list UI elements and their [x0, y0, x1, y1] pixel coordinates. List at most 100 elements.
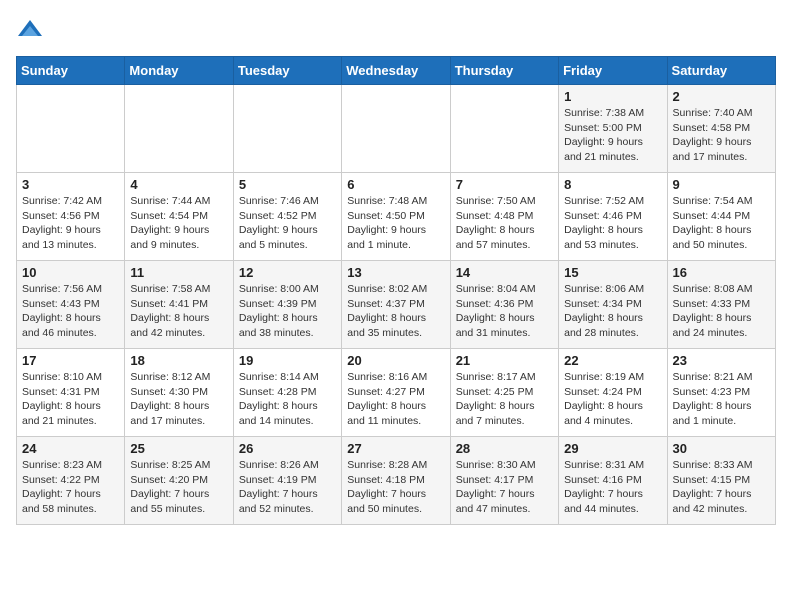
- day-info: Sunrise: 8:08 AM Sunset: 4:33 PM Dayligh…: [673, 282, 770, 341]
- calendar-week-1: 1 Sunrise: 7:38 AM Sunset: 5:00 PM Daylig…: [17, 85, 776, 173]
- day-number: 24: [22, 441, 119, 456]
- day-info: Sunrise: 8:00 AM Sunset: 4:39 PM Dayligh…: [239, 282, 336, 341]
- day-number: 26: [239, 441, 336, 456]
- day-number: 27: [347, 441, 444, 456]
- day-number: 13: [347, 265, 444, 280]
- day-number: 23: [673, 353, 770, 368]
- day-number: 9: [673, 177, 770, 192]
- day-info: Sunrise: 8:21 AM Sunset: 4:23 PM Dayligh…: [673, 370, 770, 429]
- day-number: 1: [564, 89, 661, 104]
- calendar-cell: 19 Sunrise: 8:14 AM Sunset: 4:28 PM Dayli…: [233, 349, 341, 437]
- day-number: 16: [673, 265, 770, 280]
- calendar-cell: 23 Sunrise: 8:21 AM Sunset: 4:23 PM Dayli…: [667, 349, 775, 437]
- day-info: Sunrise: 8:16 AM Sunset: 4:27 PM Dayligh…: [347, 370, 444, 429]
- day-info: Sunrise: 8:14 AM Sunset: 4:28 PM Dayligh…: [239, 370, 336, 429]
- day-info: Sunrise: 7:50 AM Sunset: 4:48 PM Dayligh…: [456, 194, 553, 253]
- day-number: 14: [456, 265, 553, 280]
- calendar-cell: 6 Sunrise: 7:48 AM Sunset: 4:50 PM Daylig…: [342, 173, 450, 261]
- day-info: Sunrise: 8:12 AM Sunset: 4:30 PM Dayligh…: [130, 370, 227, 429]
- day-info: Sunrise: 8:30 AM Sunset: 4:17 PM Dayligh…: [456, 458, 553, 517]
- day-number: 7: [456, 177, 553, 192]
- calendar-cell: [125, 85, 233, 173]
- day-number: 2: [673, 89, 770, 104]
- calendar-cell: 9 Sunrise: 7:54 AM Sunset: 4:44 PM Daylig…: [667, 173, 775, 261]
- calendar-table: SundayMondayTuesdayWednesdayThursdayFrid…: [16, 56, 776, 525]
- calendar-cell: [342, 85, 450, 173]
- day-number: 11: [130, 265, 227, 280]
- calendar-cell: 26 Sunrise: 8:26 AM Sunset: 4:19 PM Dayli…: [233, 437, 341, 525]
- day-number: 30: [673, 441, 770, 456]
- day-info: Sunrise: 7:48 AM Sunset: 4:50 PM Dayligh…: [347, 194, 444, 253]
- calendar-week-4: 17Sunrise: 8:10 AM Sunset: 4:31 PM Dayli…: [17, 349, 776, 437]
- day-number: 25: [130, 441, 227, 456]
- day-info: Sunrise: 8:06 AM Sunset: 4:34 PM Dayligh…: [564, 282, 661, 341]
- calendar-cell: [17, 85, 125, 173]
- calendar-week-3: 10Sunrise: 7:56 AM Sunset: 4:43 PM Dayli…: [17, 261, 776, 349]
- day-info: Sunrise: 8:28 AM Sunset: 4:18 PM Dayligh…: [347, 458, 444, 517]
- day-info: Sunrise: 8:31 AM Sunset: 4:16 PM Dayligh…: [564, 458, 661, 517]
- day-number: 6: [347, 177, 444, 192]
- day-info: Sunrise: 8:26 AM Sunset: 4:19 PM Dayligh…: [239, 458, 336, 517]
- day-info: Sunrise: 7:54 AM Sunset: 4:44 PM Dayligh…: [673, 194, 770, 253]
- calendar-cell: [233, 85, 341, 173]
- calendar-cell: 25 Sunrise: 8:25 AM Sunset: 4:20 PM Dayli…: [125, 437, 233, 525]
- calendar-cell: 5 Sunrise: 7:46 AM Sunset: 4:52 PM Daylig…: [233, 173, 341, 261]
- day-info: Sunrise: 7:58 AM Sunset: 4:41 PM Dayligh…: [130, 282, 227, 341]
- calendar-cell: 28Sunrise: 8:30 AM Sunset: 4:17 PM Dayli…: [450, 437, 558, 525]
- logo-icon: [16, 16, 44, 44]
- calendar-cell: 10Sunrise: 7:56 AM Sunset: 4:43 PM Dayli…: [17, 261, 125, 349]
- calendar-cell: 14 Sunrise: 8:04 AM Sunset: 4:36 PM Dayli…: [450, 261, 558, 349]
- calendar-cell: 20 Sunrise: 8:16 AM Sunset: 4:27 PM Dayli…: [342, 349, 450, 437]
- day-info: Sunrise: 8:33 AM Sunset: 4:15 PM Dayligh…: [673, 458, 770, 517]
- day-number: 5: [239, 177, 336, 192]
- calendar-week-2: 3 Sunrise: 7:42 AM Sunset: 4:56 PM Daylig…: [17, 173, 776, 261]
- day-info: Sunrise: 8:04 AM Sunset: 4:36 PM Dayligh…: [456, 282, 553, 341]
- calendar-cell: 16 Sunrise: 8:08 AM Sunset: 4:33 PM Dayli…: [667, 261, 775, 349]
- calendar-cell: 8 Sunrise: 7:52 AM Sunset: 4:46 PM Daylig…: [559, 173, 667, 261]
- day-info: Sunrise: 7:40 AM Sunset: 4:58 PM Dayligh…: [673, 106, 770, 165]
- day-number: 4: [130, 177, 227, 192]
- day-number: 3: [22, 177, 119, 192]
- calendar-cell: 2 Sunrise: 7:40 AM Sunset: 4:58 PM Daylig…: [667, 85, 775, 173]
- calendar-week-5: 24 Sunrise: 8:23 AM Sunset: 4:22 PM Dayli…: [17, 437, 776, 525]
- day-info: Sunrise: 8:23 AM Sunset: 4:22 PM Dayligh…: [22, 458, 119, 517]
- weekday-thursday: Thursday: [450, 57, 558, 85]
- day-info: Sunrise: 7:38 AM Sunset: 5:00 PM Dayligh…: [564, 106, 661, 165]
- calendar-header: SundayMondayTuesdayWednesdayThursdayFrid…: [17, 57, 776, 85]
- weekday-wednesday: Wednesday: [342, 57, 450, 85]
- day-info: Sunrise: 8:17 AM Sunset: 4:25 PM Dayligh…: [456, 370, 553, 429]
- calendar-cell: 22Sunrise: 8:19 AM Sunset: 4:24 PM Dayli…: [559, 349, 667, 437]
- weekday-friday: Friday: [559, 57, 667, 85]
- calendar-cell: 17Sunrise: 8:10 AM Sunset: 4:31 PM Dayli…: [17, 349, 125, 437]
- day-info: Sunrise: 8:02 AM Sunset: 4:37 PM Dayligh…: [347, 282, 444, 341]
- day-info: Sunrise: 7:42 AM Sunset: 4:56 PM Dayligh…: [22, 194, 119, 253]
- logo: [16, 16, 48, 44]
- calendar-cell: 27 Sunrise: 8:28 AM Sunset: 4:18 PM Dayli…: [342, 437, 450, 525]
- day-info: Sunrise: 7:52 AM Sunset: 4:46 PM Dayligh…: [564, 194, 661, 253]
- calendar-body: 1 Sunrise: 7:38 AM Sunset: 5:00 PM Daylig…: [17, 85, 776, 525]
- weekday-monday: Monday: [125, 57, 233, 85]
- calendar-cell: 13 Sunrise: 8:02 AM Sunset: 4:37 PM Dayli…: [342, 261, 450, 349]
- calendar-cell: 1 Sunrise: 7:38 AM Sunset: 5:00 PM Daylig…: [559, 85, 667, 173]
- weekday-tuesday: Tuesday: [233, 57, 341, 85]
- calendar-cell: 11 Sunrise: 7:58 AM Sunset: 4:41 PM Dayli…: [125, 261, 233, 349]
- day-number: 20: [347, 353, 444, 368]
- calendar-cell: 18 Sunrise: 8:12 AM Sunset: 4:30 PM Dayli…: [125, 349, 233, 437]
- day-number: 21: [456, 353, 553, 368]
- weekday-saturday: Saturday: [667, 57, 775, 85]
- day-number: 22: [564, 353, 661, 368]
- calendar-cell: 4Sunrise: 7:44 AM Sunset: 4:54 PM Daylig…: [125, 173, 233, 261]
- day-number: 15: [564, 265, 661, 280]
- day-number: 10: [22, 265, 119, 280]
- calendar-cell: 24 Sunrise: 8:23 AM Sunset: 4:22 PM Dayli…: [17, 437, 125, 525]
- day-number: 8: [564, 177, 661, 192]
- calendar-cell: 29Sunrise: 8:31 AM Sunset: 4:16 PM Dayli…: [559, 437, 667, 525]
- day-info: Sunrise: 8:25 AM Sunset: 4:20 PM Dayligh…: [130, 458, 227, 517]
- day-info: Sunrise: 8:10 AM Sunset: 4:31 PM Dayligh…: [22, 370, 119, 429]
- day-info: Sunrise: 7:46 AM Sunset: 4:52 PM Dayligh…: [239, 194, 336, 253]
- calendar-cell: 12 Sunrise: 8:00 AM Sunset: 4:39 PM Dayli…: [233, 261, 341, 349]
- day-number: 19: [239, 353, 336, 368]
- day-number: 12: [239, 265, 336, 280]
- weekday-sunday: Sunday: [17, 57, 125, 85]
- day-number: 18: [130, 353, 227, 368]
